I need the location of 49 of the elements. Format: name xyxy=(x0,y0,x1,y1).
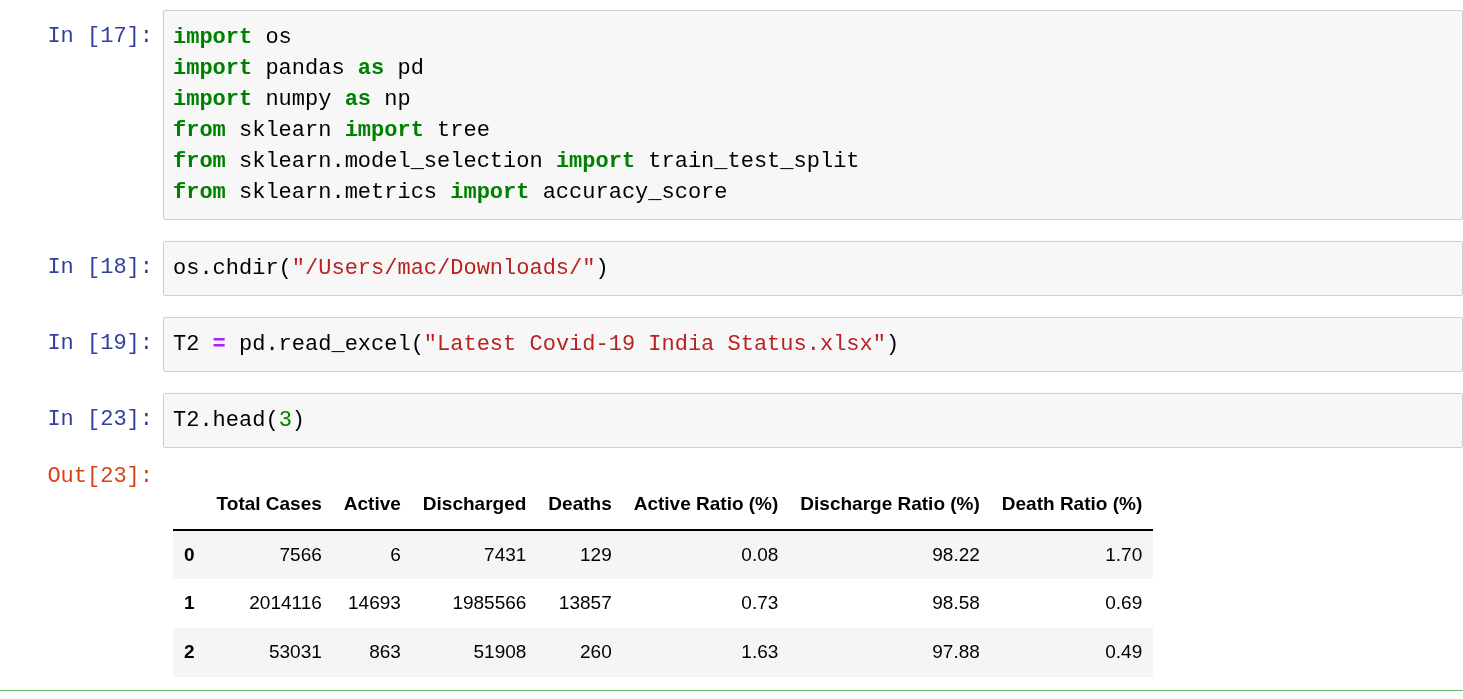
output-prompt: Out[23]: xyxy=(47,463,153,491)
table-cell: 7566 xyxy=(205,530,333,579)
column-header: Total Cases xyxy=(205,479,333,530)
table-cell: 0.69 xyxy=(990,579,1154,628)
code-line: from sklearn.model_selection import train_test_split xyxy=(173,148,860,176)
table-cell: 1.63 xyxy=(622,628,790,677)
column-header: Active xyxy=(332,479,412,530)
table-cell: 1.70 xyxy=(990,530,1154,579)
table-cell: 6 xyxy=(332,530,412,579)
code-line: from sklearn.metrics import accuracy_score xyxy=(173,179,728,207)
code-cell[interactable]: os.chdir("/Users/mac/Downloads/") xyxy=(163,241,1463,296)
code-cell[interactable]: import os import pandas as pd import numpy as np from sklearn import tree from sklearn.model_selection import train_test_split from sklearn.metrics import accuracy_score xyxy=(163,10,1463,220)
table-cell: 98.58 xyxy=(789,579,991,628)
input-prompt: In [17]: xyxy=(47,23,153,51)
row-index: 0 xyxy=(173,530,206,579)
column-header: Death Ratio (%) xyxy=(990,479,1154,530)
table-cell: 863 xyxy=(332,628,412,677)
input-prompt: In [18]: xyxy=(47,254,153,282)
table-cell: 260 xyxy=(537,628,623,677)
code-line: from sklearn import tree xyxy=(173,117,490,145)
table-cell: 98.22 xyxy=(789,530,991,579)
table-cell: 2014116 xyxy=(205,579,333,628)
column-header: Deaths xyxy=(537,479,623,530)
column-header: Discharged xyxy=(411,479,538,530)
code-line: T2.head(3) xyxy=(173,407,306,435)
table-cell: 0.49 xyxy=(990,628,1154,677)
row-index: 1 xyxy=(173,579,206,628)
code-line: import numpy as np xyxy=(173,86,411,114)
table-cell: 13857 xyxy=(537,579,623,628)
code-line: os.chdir("/Users/mac/Downloads/") xyxy=(173,255,609,283)
table-cell: 53031 xyxy=(205,628,333,677)
code-cell[interactable]: T2 = pd.read_excel("Latest Covid-19 India Status.xlsx") xyxy=(163,317,1463,372)
table-cell: 7431 xyxy=(411,530,538,579)
table-cell: 0.08 xyxy=(622,530,790,579)
table-cell: 97.88 xyxy=(789,628,991,677)
column-header: Discharge Ratio (%) xyxy=(789,479,991,530)
table-cell: 51908 xyxy=(411,628,538,677)
row-index: 2 xyxy=(173,628,206,677)
code-cell[interactable]: T2.head(3) xyxy=(163,393,1463,448)
table-cell: 1985566 xyxy=(411,579,538,628)
column-header: Active Ratio (%) xyxy=(622,479,790,530)
table-cell: 129 xyxy=(537,530,623,579)
table-cell: 0.73 xyxy=(622,579,790,628)
code-line: import os xyxy=(173,24,292,52)
input-prompt: In [23]: xyxy=(47,406,153,434)
input-prompt: In [19]: xyxy=(47,330,153,358)
code-line: T2 = pd.read_excel("Latest Covid-19 India Status.xlsx") xyxy=(173,331,900,359)
table-cell: 14693 xyxy=(332,579,412,628)
code-line: import pandas as pd xyxy=(173,55,424,83)
